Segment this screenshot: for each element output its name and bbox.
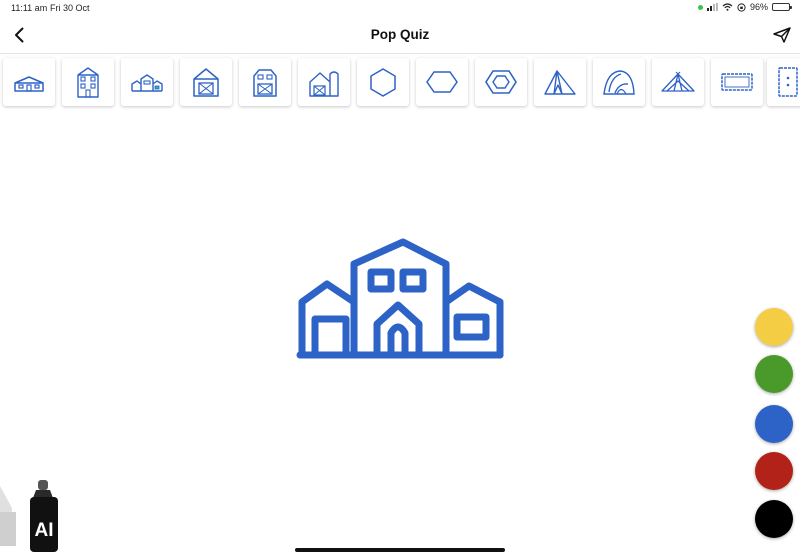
battery-percent: 96% — [749, 2, 768, 12]
color-swatch-green[interactable] — [755, 355, 793, 393]
shape-tile-wide-tent[interactable] — [652, 58, 704, 106]
hexagon-icon — [370, 68, 396, 97]
battery-icon — [772, 3, 792, 11]
shape-tile-rug-partial[interactable] — [767, 58, 800, 106]
hexagon-nested-icon — [485, 70, 517, 94]
cellular-signal-icon — [706, 3, 718, 11]
hexagon-wide-icon — [426, 71, 458, 93]
mic-indicator-icon — [697, 4, 703, 10]
wide-tent-icon — [661, 71, 695, 92]
shape-tile-barn-doors[interactable] — [239, 58, 291, 106]
ai-marker-label: AI — [34, 520, 54, 541]
home-indicator[interactable] — [295, 548, 505, 552]
status-time: 11:11 am — [11, 3, 48, 13]
color-swatch-black[interactable] — [755, 500, 793, 538]
color-swatch-red[interactable] — [755, 452, 793, 490]
shape-tile-rug[interactable] — [711, 58, 763, 106]
shape-tile-row-houses[interactable] — [121, 58, 173, 106]
nav-bar: Pop Quiz — [0, 16, 800, 54]
wifi-icon — [722, 3, 733, 11]
ai-marker-tool[interactable]: AI — [27, 480, 61, 552]
barn-silo-icon — [309, 71, 339, 97]
eraser-tool[interactable] — [0, 486, 16, 546]
dome-tent-icon — [603, 70, 635, 95]
color-swatch-blue[interactable] — [755, 405, 793, 443]
townhouse-icon — [77, 67, 99, 98]
rug-partial-icon — [778, 67, 798, 97]
status-date: Fri 30 Oct — [50, 3, 90, 13]
shape-template-strip[interactable] — [0, 55, 800, 110]
status-indicators: 96% — [697, 2, 792, 12]
shape-tile-dome-tent[interactable] — [593, 58, 645, 106]
tent-icon — [544, 70, 576, 95]
send-icon[interactable] — [772, 26, 792, 44]
shape-tile-townhouse[interactable] — [62, 58, 114, 106]
shape-tile-barn-silo[interactable] — [298, 58, 350, 106]
shape-tile-small-house[interactable] — [3, 58, 55, 106]
page-title: Pop Quiz — [370, 27, 430, 42]
rug-icon — [721, 73, 753, 91]
shape-tile-hexagon-nested[interactable] — [475, 58, 527, 106]
drawing-canvas[interactable] — [0, 110, 745, 540]
shape-tile-hexagon-wide[interactable] — [416, 58, 468, 106]
barn-doors-icon — [253, 69, 277, 97]
status-bar: 11:11 am Fri 30 Oct 96% — [0, 0, 800, 16]
orientation-lock-icon — [737, 2, 746, 12]
color-swatch-yellow[interactable] — [755, 308, 793, 346]
shape-tile-hexagon-thin[interactable] — [357, 58, 409, 106]
barn-icon — [193, 68, 219, 97]
row-houses-icon — [131, 74, 163, 92]
shape-tile-tent[interactable] — [534, 58, 586, 106]
shape-tile-barn[interactable] — [180, 58, 232, 106]
small-house-icon — [14, 76, 44, 92]
house-group-drawing — [296, 238, 504, 359]
